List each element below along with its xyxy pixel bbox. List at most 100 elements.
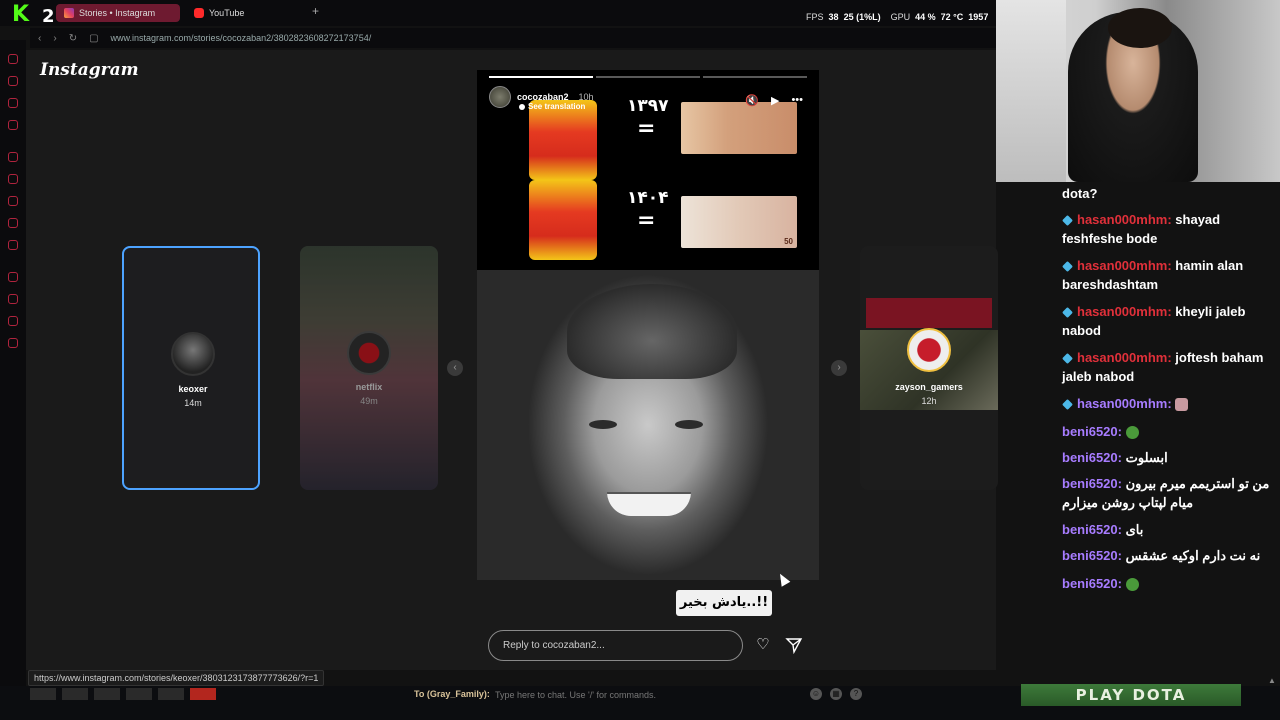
party-slot[interactable] (30, 688, 56, 700)
play-dota-button[interactable]: PLAY DOTA (1021, 684, 1241, 706)
story-card-netflix[interactable]: netflix 49m (300, 246, 438, 490)
kick-logo: K2 (12, 2, 54, 27)
webcam-streamer-hair (1108, 8, 1172, 48)
story-time: 14m (184, 398, 202, 408)
chat-message: beni6520: ابسلوت (1062, 450, 1168, 465)
browser-sidebar (0, 40, 26, 690)
chat-username[interactable]: beni6520: (1062, 576, 1122, 591)
chat-username[interactable]: hasan000mhm (1077, 258, 1167, 273)
mute-icon[interactable]: 🔇 (745, 94, 759, 107)
banknote-value: 50 (784, 237, 793, 246)
webcam-background-shelf (996, 0, 1066, 182)
chat-username[interactable]: hasan000mhm (1077, 350, 1167, 365)
story-preview-banner (866, 298, 992, 328)
game-chat-input[interactable] (495, 688, 805, 702)
party-slot[interactable] (126, 688, 152, 700)
chat-username[interactable]: beni6520: (1062, 548, 1122, 563)
story-user-name[interactable]: cocozaban2 (517, 92, 569, 102)
party-slot[interactable] (62, 688, 88, 700)
previous-story-arrow-icon[interactable]: ‹ (447, 360, 463, 376)
sidebar-app-icon[interactable] (8, 54, 18, 64)
history-icon[interactable] (8, 294, 18, 304)
forward-icon[interactable]: › (53, 33, 56, 44)
party-slot[interactable] (94, 688, 120, 700)
whatsapp-icon[interactable] (8, 174, 18, 184)
reload-icon[interactable]: ↻ (69, 33, 77, 44)
tab-instagram-stories[interactable]: Stories • Instagram (56, 4, 180, 22)
progress-segment (596, 76, 700, 78)
sidebar-app-icon[interactable] (8, 76, 18, 86)
chat-settings-icon[interactable]: ▦ (830, 688, 842, 700)
emoji-icon[interactable]: ☺ (810, 688, 822, 700)
game-chat-channel[interactable]: To (Gray_Family): (414, 689, 490, 699)
like-heart-icon[interactable]: ♡ (754, 636, 772, 654)
chat-username[interactable]: hasan000mhm (1077, 304, 1167, 319)
avatar[interactable] (489, 86, 511, 108)
party-slot[interactable] (190, 688, 216, 700)
help-icon[interactable]: ? (850, 688, 862, 700)
chat-username[interactable]: beni6520: (1062, 424, 1122, 439)
story-controls: 🔇 ▶ ••• (745, 94, 803, 107)
chat-username[interactable]: beni6520: (1062, 522, 1122, 537)
emote-icon (1125, 426, 1139, 440)
progress-segment (703, 76, 807, 78)
chat-message: hasan000mhm: joftesh baham jaleb nabod (1062, 350, 1264, 384)
chat-username[interactable]: hasan000mhm: (1077, 396, 1172, 411)
sidebar-app-icon[interactable] (8, 120, 18, 130)
story-user-name: zayson_gamers (895, 382, 963, 392)
equals-sign: = (637, 208, 656, 233)
reply-input[interactable] (488, 630, 743, 661)
party-slot[interactable] (158, 688, 184, 700)
sword-badge-icon (1062, 353, 1073, 365)
chat-message: hasan000mhm: hamin alan bareshdashtam (1062, 258, 1244, 292)
progress-segment (489, 76, 593, 78)
sidebar-app-icon[interactable] (8, 272, 18, 282)
instagram-icon[interactable] (8, 218, 18, 228)
chat-message: beni6520: نه نت دارم اوکیه عشقس (1062, 548, 1261, 563)
chips-bag-image (529, 100, 597, 180)
chat-message: beni6520: (1062, 574, 1276, 593)
equals-sign: = (637, 116, 656, 141)
sidebar-app-icon[interactable] (8, 98, 18, 108)
more-options-icon[interactable]: ••• (791, 94, 803, 107)
emote-icon (1125, 578, 1139, 592)
webcam-feed (996, 0, 1280, 182)
link-preview-status: https://www.instagram.com/stories/keoxer… (28, 670, 325, 686)
instagram-icon (64, 8, 74, 18)
back-icon[interactable]: ‹ (38, 33, 41, 44)
story-time: 12h (921, 396, 937, 406)
chat-message: beni6520: بای (1062, 522, 1144, 537)
tab-label: YouTube (209, 8, 245, 18)
new-tab-button[interactable]: + (312, 4, 319, 18)
share-send-icon[interactable] (785, 636, 803, 654)
play-icon[interactable]: ▶ (771, 94, 779, 107)
see-translation-link[interactable]: See translation (519, 102, 585, 111)
address-bar[interactable]: ‹ › ↻ ▢ www.instagram.com/stories/cocoza… (30, 28, 996, 48)
performance-overlay: FPS 38 25 (1%L) GPU 44 % 72 °C 1957 (806, 12, 989, 22)
chat-username[interactable]: hasan000mhm (1077, 212, 1167, 227)
url-text[interactable]: www.instagram.com/stories/cocozaban2/380… (111, 33, 372, 43)
avatar (907, 328, 951, 372)
chat-username[interactable]: beni6520: (1062, 476, 1122, 491)
story-card-zayson-gamers[interactable]: zayson_gamers 12h (860, 246, 998, 490)
tab-youtube[interactable]: YouTube (186, 4, 296, 22)
sidebar-app-icon[interactable] (8, 316, 18, 326)
tab-label: Stories • Instagram (79, 8, 156, 18)
year-label: ۱۳۹۷ (627, 96, 669, 116)
next-story-arrow-icon[interactable]: › (831, 360, 847, 376)
photo-eye (589, 420, 617, 429)
chat-scroll-down-icon[interactable]: ▲ (1268, 676, 1276, 685)
emote-icon (1175, 398, 1189, 412)
avatar (171, 332, 215, 376)
chat-username[interactable]: beni6520: (1062, 450, 1122, 465)
story-photo (477, 270, 819, 580)
telegram-icon[interactable] (8, 196, 18, 206)
chat-message: beni6520: من تو استریمم میرم بیرون میام … (1062, 476, 1270, 510)
sword-badge-icon (1062, 399, 1073, 411)
instagram-logo[interactable]: Instagram (40, 60, 139, 80)
story-card-keoxer[interactable]: keoxer 14m (122, 246, 260, 490)
current-story[interactable]: ۱۳۹۷ = ۱۴۰۴ = 50 cocozaban2 10h See tran… (477, 70, 819, 580)
discord-icon[interactable] (8, 240, 18, 250)
sidebar-app-icon[interactable] (8, 152, 18, 162)
settings-icon[interactable] (8, 338, 18, 348)
